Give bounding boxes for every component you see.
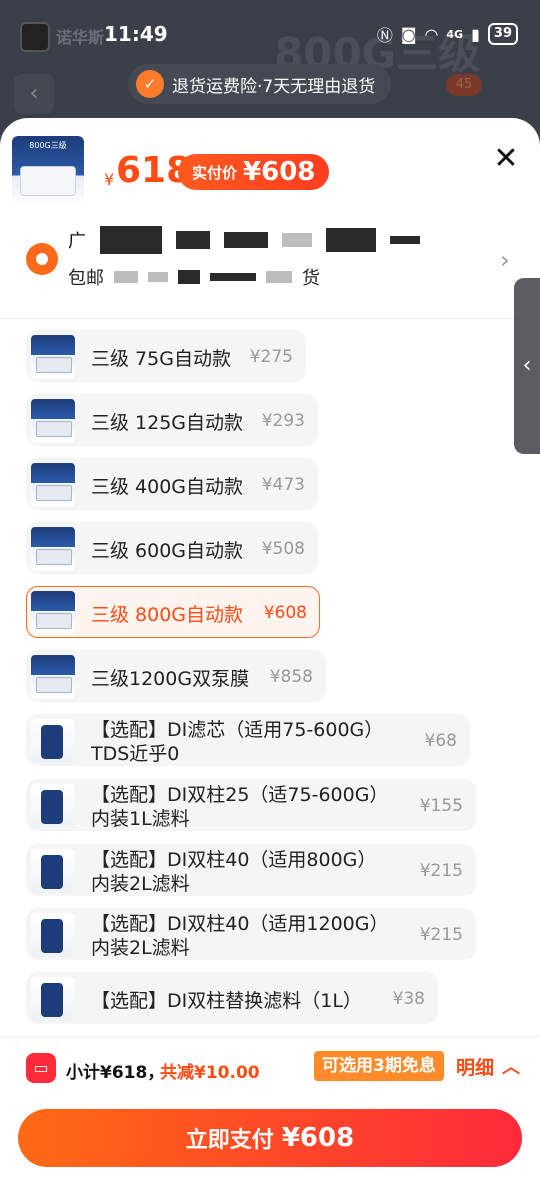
option-name: 【选配】DI双柱替换滤料（1L） [91, 990, 362, 1012]
redacted-block [390, 236, 420, 244]
option-name: 【选配】DI双柱40（适用1200G） 内装2L滤料 [91, 913, 389, 959]
return-insurance-banner: ✓ 退货运费险·7天无理由退货 [128, 64, 392, 104]
sku-option[interactable]: 三级 75G自动款 ¥275 [26, 330, 306, 382]
option-price: ¥155 [419, 796, 463, 816]
redacted-block [210, 273, 256, 281]
option-thumbnail [31, 527, 75, 571]
network-label: 4G [446, 27, 464, 41]
installment-badge[interactable]: 可选用3期免息 [314, 1051, 444, 1081]
subtotal-text: 小计¥618， [66, 1063, 165, 1083]
redacted-block [100, 226, 162, 254]
option-price: ¥215 [419, 861, 463, 881]
shipping-address-row[interactable]: 广 包邮 货 › [0, 218, 540, 318]
pay-button-label: 立即支付 [185, 1128, 274, 1153]
option-price: ¥293 [261, 411, 305, 431]
sku-option[interactable]: 三级 600G自动款 ¥508 [26, 522, 318, 574]
actual-price-badge: 实付价 ¥608 [178, 154, 330, 190]
shipping-prefix: 包邮 [68, 268, 104, 289]
option-price: ¥608 [263, 603, 307, 623]
redacted-block [114, 271, 138, 283]
checkout-footer: ▭ 小计¥618， 共减¥10.00 可选用3期免息 明细 ︿ 立即支付 ¥60… [0, 1036, 540, 1188]
battery-icon: 39 [487, 23, 518, 45]
sku-option[interactable]: 三级 800G自动款 ¥608 [26, 586, 320, 638]
coupon-ticket-icon: ▭ [26, 1053, 56, 1083]
option-thumbnail [31, 399, 75, 443]
address-prefix: 广 [68, 231, 86, 252]
discount-text: 共减¥10.00 [160, 1063, 260, 1083]
shield-check-icon: ✓ [136, 70, 164, 98]
redacted-block [282, 233, 312, 247]
option-thumbnail [31, 719, 75, 763]
option-name: 三级 75G自动款 [91, 348, 231, 370]
chevron-left-icon: ‹ [522, 353, 532, 378]
option-thumbnail [31, 463, 75, 507]
close-icon[interactable]: ✕ [490, 144, 522, 176]
shipping-suffix: 货 [302, 268, 320, 289]
currency-symbol: ¥ [104, 170, 115, 189]
option-name: 【选配】DI双柱25（适75-600G） 内装1L滤料 [91, 784, 389, 830]
option-price: ¥68 [424, 731, 457, 751]
thumbnail-unit [20, 166, 76, 196]
option-thumbnail [31, 784, 75, 828]
signal-icon: ▮ [471, 24, 480, 44]
location-pin-icon [26, 243, 58, 275]
redacted-block [266, 271, 292, 283]
wifi-icon: ◠ [424, 24, 439, 44]
back-arrow-icon: ‹ [14, 74, 54, 114]
option-price: ¥38 [392, 989, 425, 1009]
option-thumbnail [31, 913, 75, 957]
side-drawer-handle[interactable]: ‹ [514, 278, 540, 454]
chevron-up-icon[interactable]: ︿ [502, 1053, 520, 1079]
insurance-text: 退货运费险·7天无理由退货 [172, 76, 376, 97]
option-price: ¥473 [261, 475, 305, 495]
option-name: 三级 600G自动款 [91, 540, 244, 562]
cart-badge: 45 [446, 74, 482, 96]
option-thumbnail [31, 849, 75, 893]
sku-option[interactable]: 【选配】DI双柱25（适75-600G） 内装1L滤料 ¥155 [26, 779, 476, 831]
nfc-icon: Ⓝ [376, 26, 393, 45]
option-name: 【选配】DI双柱40（适用800G） 内装2L滤料 [91, 849, 377, 895]
pay-now-button[interactable]: 立即支付 ¥608 [18, 1109, 522, 1167]
pay-button-amount: ¥608 [281, 1123, 355, 1153]
option-price: ¥275 [249, 347, 293, 367]
address-line: 广 [68, 226, 420, 254]
sku-option[interactable]: 三级 400G自动款 ¥473 [26, 458, 318, 510]
sku-option[interactable]: 三级 125G自动款 ¥293 [26, 394, 318, 446]
option-thumbnail [31, 977, 75, 1021]
status-icons: Ⓝ ◙ ◠ 4G ▮ 39 [377, 22, 518, 46]
option-name: 三级 125G自动款 [91, 412, 244, 434]
option-name: 【选配】DI滤芯（适用75-600G） TDS近乎0 [91, 719, 384, 765]
sku-option[interactable]: 【选配】DI双柱40（适用800G） 内装2L滤料 ¥215 [26, 844, 476, 896]
sku-option[interactable]: 【选配】DI双柱40（适用1200G） 内装2L滤料 ¥215 [26, 908, 476, 960]
redacted-block [178, 270, 200, 284]
option-thumbnail [31, 655, 75, 699]
product-thumbnail[interactable]: 800G三级 [12, 136, 84, 208]
chevron-right-icon: › [500, 246, 510, 274]
option-name: 三级 400G自动款 [91, 476, 244, 498]
redacted-block [224, 232, 268, 248]
actual-price-label: 实付价 [192, 163, 238, 182]
option-price: ¥215 [419, 925, 463, 945]
option-name: 三级 800G自动款 [91, 604, 244, 626]
thumbnail-label: 800G三级 [29, 141, 67, 150]
sku-selection-sheet: 800G三级 ¥ 618 实付价 ¥608 ✕ 广 包邮 货 › 三级 75G自… [0, 118, 540, 1188]
shipping-line: 包邮 货 [68, 264, 320, 290]
actual-price-value: ¥608 [243, 157, 316, 187]
redacted-block [148, 272, 168, 282]
sku-option[interactable]: 三级1200G双泵膜 ¥858 [26, 650, 326, 702]
divider [0, 318, 540, 319]
option-thumbnail [31, 591, 75, 635]
status-time: 11:49 [104, 22, 168, 46]
option-price: ¥508 [261, 539, 305, 559]
redacted-block [326, 228, 376, 252]
option-thumbnail [31, 335, 75, 379]
option-price: ¥858 [269, 667, 313, 687]
option-name: 三级1200G双泵膜 [91, 668, 250, 690]
redacted-block [176, 231, 210, 249]
detail-link[interactable]: 明细 [456, 1053, 494, 1080]
sku-option[interactable]: 【选配】DI双柱替换滤料（1L） ¥38 [26, 972, 438, 1024]
status-bar: 11:49 Ⓝ ◙ ◠ 4G ▮ 39 [0, 0, 540, 62]
sku-option[interactable]: 【选配】DI滤芯（适用75-600G） TDS近乎0 ¥68 [26, 714, 470, 766]
camera-icon: ◙ [400, 24, 417, 44]
